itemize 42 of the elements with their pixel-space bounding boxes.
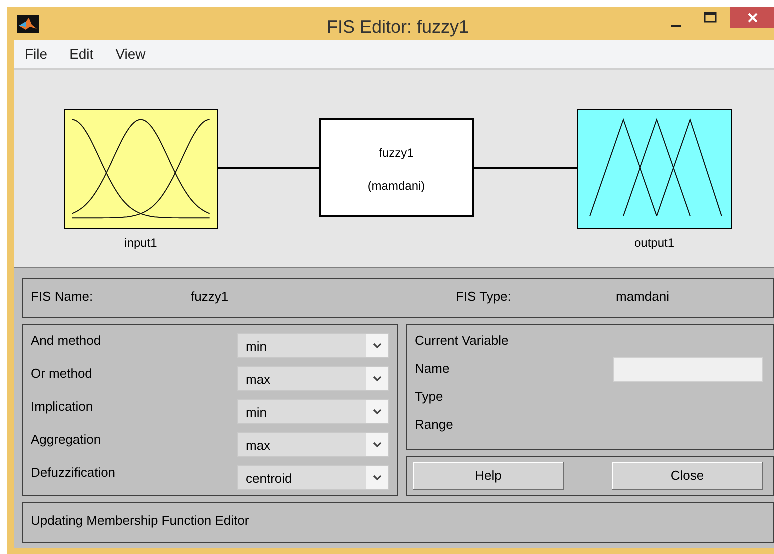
- name-field[interactable]: [613, 357, 763, 382]
- dropdown[interactable]: max: [237, 432, 389, 457]
- input-label: input1: [124, 235, 158, 252]
- method-label: Implication: [31, 399, 94, 415]
- fis-name-value: fuzzy1: [191, 288, 230, 306]
- variable-label: Name: [415, 361, 451, 377]
- dropdown[interactable]: max: [237, 366, 389, 391]
- method-label: And method: [31, 333, 102, 349]
- input-membership-plot[interactable]: [64, 109, 218, 229]
- menu-item[interactable]: Edit: [70, 44, 94, 64]
- method-label: Aggregation: [31, 432, 102, 448]
- method-label: Defuzzification: [31, 465, 117, 481]
- fis-type-value: mamdani: [616, 288, 670, 306]
- chevron-down-icon: [372, 474, 382, 480]
- dialog-button[interactable]: Help: [413, 462, 564, 490]
- close-window-button[interactable]: [730, 7, 774, 28]
- dropdown[interactable]: centroid: [237, 465, 389, 490]
- system-name: fuzzy1: [379, 145, 414, 162]
- status-message: Updating Membership Function Editor: [31, 513, 250, 528]
- dropdown[interactable]: min: [237, 399, 389, 424]
- menu-item[interactable]: File: [25, 44, 48, 64]
- method-label: Or method: [31, 366, 94, 382]
- menu-item[interactable]: View: [116, 44, 146, 64]
- output-label: output1: [634, 235, 675, 252]
- maximize-icon[interactable]: [704, 12, 717, 24]
- chevron-down-icon: [372, 408, 382, 414]
- dialog-button[interactable]: Close: [612, 462, 763, 490]
- chevron-down-icon: [372, 442, 382, 448]
- variable-label: Range: [415, 417, 454, 433]
- chevron-down-icon: [372, 376, 382, 382]
- fis-name-label: FIS Name:: [31, 288, 94, 306]
- chevron-down-icon: [372, 342, 382, 348]
- window-title: FIS Editor: fuzzy1: [327, 16, 470, 39]
- dropdown[interactable]: min: [237, 333, 389, 358]
- system-box[interactable]: fuzzy1 (mamdani): [319, 118, 474, 217]
- fis-type-label: FIS Type:: [456, 288, 512, 306]
- variable-label: Type: [415, 389, 444, 405]
- app-logo-icon: [17, 14, 39, 32]
- system-type: (mamdani): [368, 178, 426, 195]
- output-membership-plot[interactable]: [577, 109, 732, 229]
- close-icon: [748, 12, 758, 22]
- current-variable-title: Current Variable: [415, 333, 510, 349]
